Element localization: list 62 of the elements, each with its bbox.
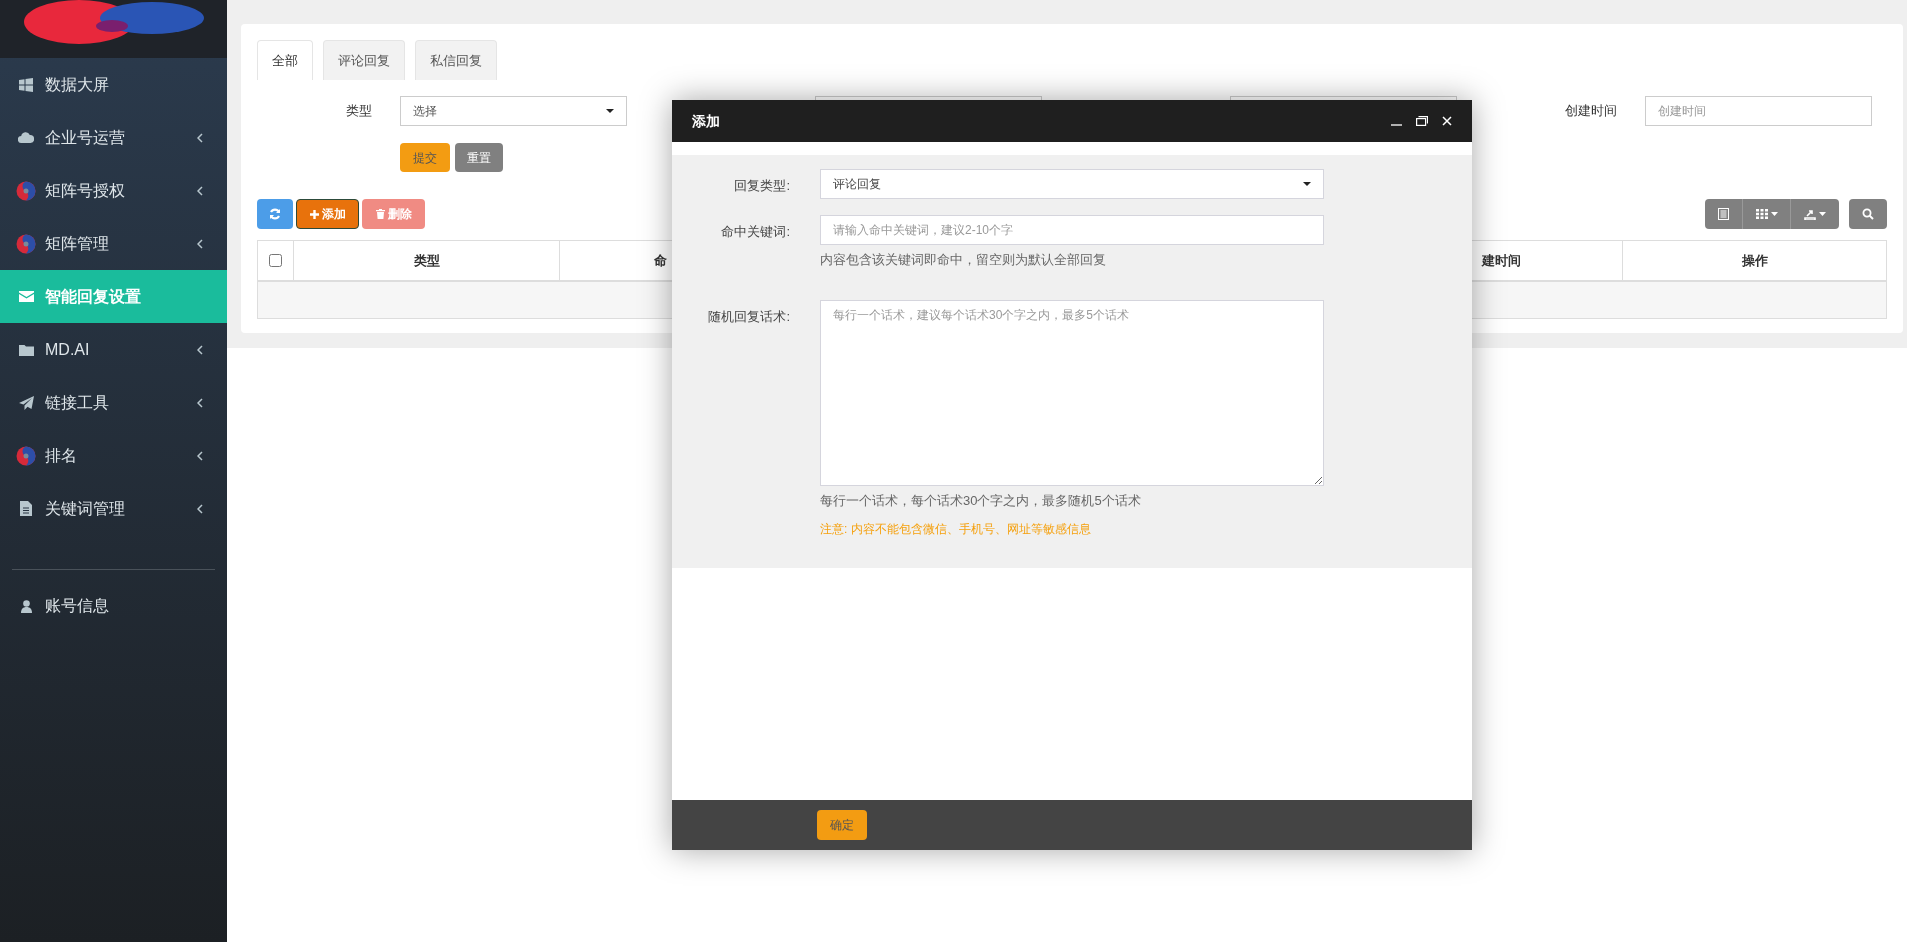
sidebar-item[interactable]: 排名 (0, 429, 227, 482)
refresh-icon (269, 208, 281, 220)
export-button[interactable] (1791, 199, 1839, 229)
logo-icon (16, 180, 36, 201)
export-icon (1804, 208, 1816, 220)
search-icon (1862, 208, 1874, 220)
cloud-icon (18, 132, 34, 143)
field-label: 随机回复话术: (707, 307, 790, 326)
caret-icon (1303, 182, 1311, 186)
close-icon[interactable] (1442, 116, 1452, 126)
help-text: 每行一个话术，每个话术30个字之内，最多随机5个话术 (820, 491, 1142, 510)
column-header: 操作 (1741, 251, 1768, 270)
sidebar-item[interactable]: 链接工具 (0, 376, 227, 429)
sidebar-item[interactable]: 矩阵号授权 (0, 164, 227, 217)
type-label: 类型 (345, 102, 372, 121)
caret-icon (606, 109, 614, 113)
dialog-title: 添加 (692, 111, 720, 131)
user-icon (20, 599, 32, 613)
column-header: 类型 (413, 251, 440, 270)
envelope-icon (18, 291, 34, 302)
list-icon (1718, 208, 1729, 220)
maximize-icon (1416, 116, 1428, 126)
sidebar-item[interactable]: 企业号运营 (0, 111, 227, 164)
trash-icon (375, 209, 385, 219)
refresh-button[interactable] (257, 199, 293, 229)
help-text: 内容包含该关键词即命中，留空则为默认全部回复 (820, 251, 1107, 269)
list-view-button[interactable] (1705, 199, 1743, 229)
windows-icon (19, 77, 33, 92)
logo-icon (16, 233, 36, 254)
account-item[interactable]: 账号信息 (0, 586, 227, 626)
plus-icon (309, 209, 319, 219)
paper-plane-icon (18, 395, 34, 410)
caret-icon (1819, 212, 1826, 216)
sidebar-item[interactable]: 数据大屏 (0, 58, 227, 111)
created-time-label: 创建时间 (1564, 102, 1617, 121)
created-time-field[interactable]: 创建时间 (1645, 96, 1872, 126)
tab[interactable]: 全部 (257, 40, 313, 80)
select-all-checkbox[interactable] (269, 254, 282, 267)
submit-button[interactable]: 提交 (400, 143, 450, 172)
warning-text: 注意: 内容不能包含微信、手机号、网址等敏感信息 (820, 521, 1092, 538)
columns-button[interactable] (1743, 199, 1791, 229)
search-button[interactable] (1849, 199, 1887, 229)
folder-icon (18, 343, 34, 356)
column-header: 建时间 (1482, 251, 1521, 270)
confirm-button[interactable]: 确定 (817, 810, 867, 840)
sidebar-item[interactable]: MD.AI (0, 323, 227, 376)
field-label: 命中关键词: (720, 223, 790, 241)
grid-icon (1755, 209, 1768, 219)
keyword-field[interactable]: 请输入命中关键词，建议2-10个字 (820, 215, 1324, 245)
reply-type-select[interactable]: 评论回复 (820, 169, 1324, 199)
tab[interactable]: 私信回复 (415, 40, 497, 80)
field-label: 回复类型: (733, 177, 790, 195)
document-icon (20, 501, 32, 516)
type-select[interactable]: 选择 (400, 96, 627, 126)
column-header: 命 (654, 251, 667, 270)
tab[interactable]: 评论回复 (323, 40, 405, 80)
logo-icon (16, 445, 36, 466)
caret-icon (1770, 212, 1778, 216)
sidebar-item[interactable]: 矩阵管理 (0, 217, 227, 270)
reset-button[interactable]: 重置 (455, 143, 503, 172)
reply-text-field[interactable]: 每行一个话术，建议每个话术30个字之内，最多5个话术 (820, 299, 1324, 486)
sidebar-item[interactable]: 关键词管理 (0, 482, 227, 535)
